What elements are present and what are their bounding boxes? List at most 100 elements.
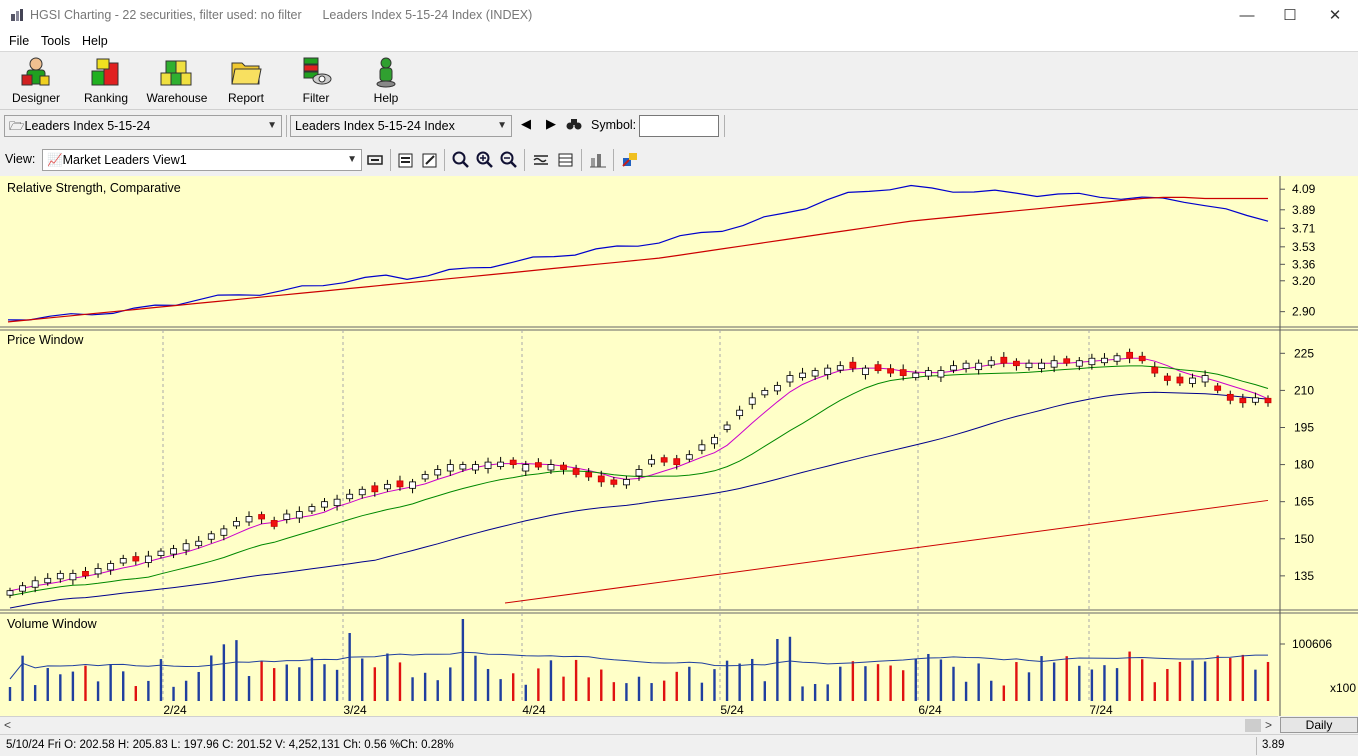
volume-bar xyxy=(788,636,792,701)
minimize-button[interactable]: — xyxy=(1225,4,1269,28)
volume-bar xyxy=(1203,661,1207,701)
volume-bar xyxy=(411,677,414,701)
security-combo[interactable]: Leaders Index 5-15-24 Index ▼ xyxy=(290,115,512,137)
volume-bar xyxy=(1266,661,1270,701)
candle xyxy=(346,493,354,500)
volume-bar xyxy=(990,680,993,701)
volume-bar xyxy=(939,659,943,701)
menu-tools[interactable]: Tools xyxy=(41,34,70,48)
candle xyxy=(19,585,26,592)
menu-file[interactable]: File xyxy=(9,34,29,48)
previous-icon[interactable]: ◀ xyxy=(521,116,531,132)
candle xyxy=(572,468,580,475)
scroll-thumb[interactable] xyxy=(1245,719,1261,732)
volume-bar xyxy=(512,673,515,701)
volume-bar xyxy=(763,681,766,701)
volume-bar xyxy=(134,686,137,701)
volume-bar xyxy=(285,664,288,701)
volume-bar xyxy=(612,682,616,701)
candle xyxy=(623,479,630,486)
candle xyxy=(283,513,291,520)
view-combo[interactable]: 📈Market Leaders View1 ▼ xyxy=(42,149,362,171)
candle xyxy=(912,372,920,378)
close-button[interactable]: ✕ xyxy=(1313,4,1357,28)
interval-button[interactable]: Daily xyxy=(1280,717,1358,733)
zoom-out-icon[interactable] xyxy=(499,150,519,170)
filter-button[interactable]: Filter xyxy=(284,54,348,108)
candle xyxy=(396,480,404,488)
zoom-icon[interactable] xyxy=(451,150,471,170)
volume-bar xyxy=(549,660,553,701)
view-combo-value: Market Leaders View1 xyxy=(62,153,187,167)
volume-bar xyxy=(461,619,465,701)
symbol-label: Symbol: xyxy=(591,118,637,132)
report-button[interactable]: Report xyxy=(214,54,278,108)
volume-bar xyxy=(21,655,24,701)
menu-help[interactable]: Help xyxy=(82,34,108,48)
candle xyxy=(484,461,492,469)
bar-chart-icon[interactable] xyxy=(588,150,608,170)
candle xyxy=(711,436,718,445)
table-icon[interactable] xyxy=(556,150,576,170)
designer-button[interactable]: Designer xyxy=(4,54,68,108)
candle xyxy=(736,409,744,417)
candle xyxy=(585,472,593,478)
price-y-tick-label: 225 xyxy=(1294,346,1314,360)
volume-bar xyxy=(474,655,477,701)
candle xyxy=(1163,375,1171,381)
candle xyxy=(509,459,517,465)
candle xyxy=(144,555,152,563)
next-icon[interactable]: ▶ xyxy=(546,116,556,132)
volume-bar xyxy=(713,669,716,701)
candle xyxy=(899,369,907,376)
symbol-input[interactable] xyxy=(639,115,719,137)
wave-chart-icon[interactable] xyxy=(532,150,552,170)
volume-bar xyxy=(725,660,729,701)
volume-bar xyxy=(8,687,12,701)
chart-canvas[interactable]: 4.09 3.89 3.71 3.53 3.36 3.20 2.90 2/24 3/24 4/24… xyxy=(0,176,1358,716)
list-combo[interactable]: 🗁Leaders Index 5-15-24 ▼ xyxy=(4,115,282,137)
volume-bar xyxy=(1178,661,1182,701)
candle xyxy=(1214,385,1222,391)
volume-bar xyxy=(1128,651,1131,701)
volume-bar xyxy=(977,663,980,701)
scroll-right-icon[interactable]: > xyxy=(1265,718,1272,732)
candle xyxy=(421,474,429,480)
volume-bar xyxy=(524,684,527,701)
volume-bar xyxy=(688,666,691,701)
binoculars-icon[interactable] xyxy=(566,117,582,131)
scroll-left-icon[interactable]: < xyxy=(4,718,11,732)
status-info: 5/10/24 Fri O: 202.58 H: 205.83 L: 197.9… xyxy=(6,739,454,751)
price-y-tick-label: 195 xyxy=(1294,420,1314,434)
candle xyxy=(673,458,681,465)
volume-bar xyxy=(1191,660,1194,701)
volume-bar xyxy=(84,665,87,701)
chart-area[interactable]: 4.09 3.89 3.71 3.53 3.36 3.20 2.90 2/24 3/24 4/24… xyxy=(0,176,1358,716)
warehouse-button[interactable]: Warehouse xyxy=(145,54,209,108)
rs-y-tick-label: 3.36 xyxy=(1292,257,1316,271)
candle xyxy=(170,548,177,555)
candle xyxy=(31,580,39,588)
horizontal-scrollbar[interactable]: < > xyxy=(0,716,1278,733)
zoom-in-icon[interactable] xyxy=(475,150,495,170)
help-button[interactable]: Help xyxy=(354,54,418,108)
volume-bar xyxy=(398,662,402,701)
filter-label: Filter xyxy=(302,91,330,105)
ranking-button[interactable]: Ranking xyxy=(74,54,138,108)
rs-y-tick-label: 3.53 xyxy=(1292,240,1316,254)
rs-y-tick-label: 2.90 xyxy=(1292,305,1316,319)
volume-bar xyxy=(423,672,427,701)
volume-bar xyxy=(147,680,150,701)
candle xyxy=(522,464,530,472)
view-edit-icon[interactable] xyxy=(366,150,386,170)
volume-bar xyxy=(650,683,653,701)
candle xyxy=(497,461,505,467)
maximize-button[interactable]: ☐ xyxy=(1268,4,1312,28)
report-label: Report xyxy=(227,91,265,105)
settings-icon[interactable] xyxy=(620,150,640,170)
edit-chart-icon[interactable] xyxy=(420,150,440,170)
designer-icon xyxy=(21,57,50,86)
volume-bar xyxy=(1052,662,1056,701)
separator xyxy=(444,149,445,171)
properties-icon[interactable] xyxy=(396,150,416,170)
